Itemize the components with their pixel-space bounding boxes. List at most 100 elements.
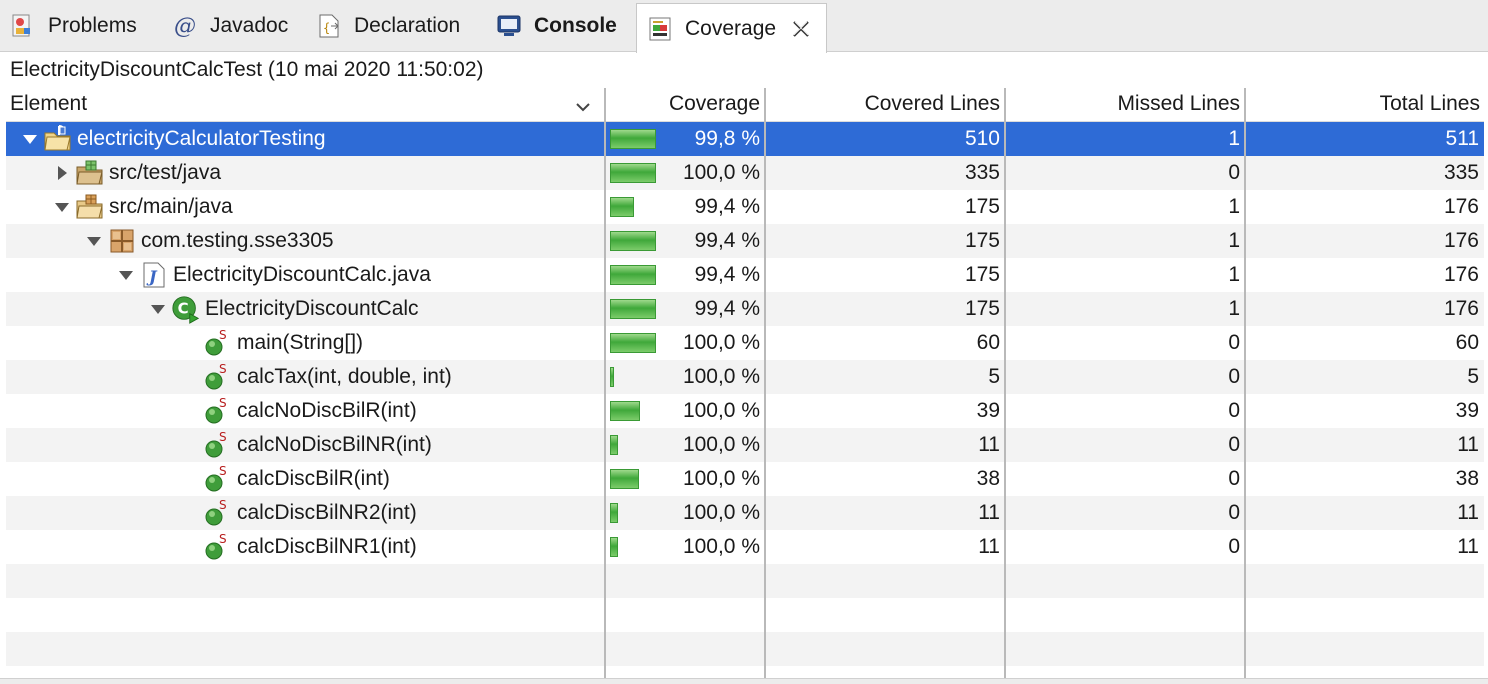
tab-console[interactable]: Console xyxy=(496,0,617,52)
coverage-bar xyxy=(610,299,656,319)
covered-lines-cell: 38 xyxy=(976,467,1000,490)
missed-lines-cell: 1 xyxy=(1228,195,1240,218)
expanded-triangle-icon[interactable] xyxy=(49,190,75,224)
coverage-cell: 100,0 % xyxy=(605,530,765,564)
column-header-missed-lines[interactable]: Missed Lines xyxy=(1005,88,1245,122)
element-cell[interactable]: src/test/java xyxy=(6,156,605,190)
table-row[interactable]: ScalcDiscBilNR1(int) 100,0 % 11 0 11 xyxy=(6,530,1484,564)
coverage-bar xyxy=(610,265,656,285)
element-name: calcNoDiscBilNR(int) xyxy=(237,433,432,456)
table-row[interactable]: electricityCalculatorTesting 99,8 % 510 1 51… xyxy=(6,122,1484,156)
column-divider xyxy=(764,88,766,678)
close-icon[interactable] xyxy=(790,18,812,40)
element-cell[interactable]: ScalcNoDiscBilR(int) xyxy=(6,394,605,428)
svg-text:S: S xyxy=(219,430,227,444)
coverage-percent: 100,0 % xyxy=(682,501,760,524)
element-name: src/main/java xyxy=(109,195,233,218)
coverage-bar xyxy=(610,197,634,217)
collapsed-triangle-icon[interactable] xyxy=(49,156,75,190)
element-name: com.testing.sse3305 xyxy=(141,229,334,252)
table-row[interactable]: src/main/java 99,4 % 175 1 176 xyxy=(6,190,1484,224)
total-lines-cell: 335 xyxy=(1443,161,1479,184)
element-name: electricityCalculatorTesting xyxy=(77,127,326,150)
static-method-icon: S xyxy=(203,462,233,496)
static-method-icon: S xyxy=(203,360,233,394)
tab-label: Declaration xyxy=(354,14,461,37)
table-row[interactable]: com.testing.sse3305 99,4 % 175 1 176 xyxy=(6,224,1484,258)
column-divider xyxy=(604,88,606,678)
element-cell[interactable]: ScalcDiscBilNR1(int) xyxy=(6,530,605,564)
table-row[interactable]: ScalcDiscBilR(int) 100,0 % 38 0 38 xyxy=(6,462,1484,496)
element-cell[interactable]: ScalcNoDiscBilNR(int) xyxy=(6,428,605,462)
source-folder-open-icon xyxy=(75,190,105,224)
total-lines-cell: 176 xyxy=(1443,229,1479,252)
tab-javadoc[interactable]: @ Javadoc xyxy=(172,0,288,52)
column-header-element[interactable]: Element xyxy=(6,88,605,122)
table-row[interactable]: ScalcNoDiscBilR(int) 100,0 % 39 0 39 xyxy=(6,394,1484,428)
expanded-triangle-icon[interactable] xyxy=(145,292,171,326)
tab-coverage[interactable]: Coverage xyxy=(636,3,828,53)
element-name: ElectricityDiscountCalc xyxy=(205,297,419,320)
tab-declaration[interactable]: { Declaration xyxy=(316,0,460,52)
element-cell[interactable]: com.testing.sse3305 xyxy=(6,224,605,258)
tab-problems[interactable]: Problems xyxy=(10,0,137,52)
table-row[interactable]: J ElectricityDiscountCalc.java 99,4 % 175 1 1… xyxy=(6,258,1484,292)
view-bottom-border xyxy=(0,678,1488,684)
element-cell[interactable]: electricityCalculatorTesting xyxy=(6,122,605,156)
coverage-cell: 99,4 % xyxy=(605,224,765,258)
coverage-cell: 100,0 % xyxy=(605,360,765,394)
element-name: calcDiscBilNR1(int) xyxy=(237,535,417,558)
element-name: src/test/java xyxy=(109,161,222,184)
column-header-coverage[interactable]: Coverage xyxy=(605,88,765,122)
coverage-cell: 99,8 % xyxy=(605,122,765,156)
empty-row xyxy=(6,598,1484,632)
table-row[interactable]: src/test/java 100,0 % 335 0 335 xyxy=(6,156,1484,190)
element-name: calcDiscBilNR2(int) xyxy=(237,501,417,524)
element-cell[interactable]: J ElectricityDiscountCalc.java xyxy=(6,258,605,292)
table-row[interactable]: ScalcTax(int, double, int) 100,0 % 5 0 5 xyxy=(6,360,1484,394)
total-lines-cell: 176 xyxy=(1443,297,1479,320)
table-row[interactable]: C ElectricityDiscountCalc 99,4 % 175 1 176 xyxy=(6,292,1484,326)
element-cell[interactable]: C ElectricityDiscountCalc xyxy=(6,292,605,326)
element-cell[interactable]: src/main/java xyxy=(6,190,605,224)
svg-text:S: S xyxy=(219,464,227,478)
element-name: main(String[]) xyxy=(237,331,364,354)
coverage-cell: 99,4 % xyxy=(605,292,765,326)
empty-row xyxy=(6,632,1484,666)
console-icon xyxy=(496,13,522,39)
element-cell[interactable]: Smain(String[]) xyxy=(6,326,605,360)
coverage-bar xyxy=(610,367,614,387)
table-row[interactable]: ScalcDiscBilNR2(int) 100,0 % 11 0 11 xyxy=(6,496,1484,530)
covered-lines-cell: 11 xyxy=(978,433,1000,456)
element-cell[interactable]: ScalcDiscBilR(int) xyxy=(6,462,605,496)
table-row[interactable]: ScalcNoDiscBilNR(int) 100,0 % 11 0 11 xyxy=(6,428,1484,462)
element-cell[interactable]: ScalcTax(int, double, int) xyxy=(6,360,605,394)
covered-lines-cell: 175 xyxy=(964,229,1000,252)
column-header-label: Element xyxy=(10,92,88,115)
element-cell[interactable]: ScalcDiscBilNR2(int) xyxy=(6,496,605,530)
class-icon: C xyxy=(171,292,201,326)
missed-lines-cell: 0 xyxy=(1228,467,1240,490)
column-header-total-lines[interactable]: Total Lines xyxy=(1245,88,1484,122)
expanded-triangle-icon[interactable] xyxy=(17,122,43,156)
missed-lines-cell: 0 xyxy=(1228,331,1240,354)
total-lines-cell: 60 xyxy=(1455,331,1479,354)
coverage-percent: 100,0 % xyxy=(682,467,760,490)
static-method-icon: S xyxy=(203,496,233,530)
missed-lines-cell: 0 xyxy=(1228,535,1240,558)
tab-label: Javadoc xyxy=(210,14,289,37)
coverage-cell: 99,4 % xyxy=(605,190,765,224)
coverage-percent: 100,0 % xyxy=(682,331,760,354)
column-header-covered-lines[interactable]: Covered Lines xyxy=(765,88,1005,122)
expanded-triangle-icon[interactable] xyxy=(81,224,107,258)
total-lines-cell: 11 xyxy=(1457,501,1479,524)
column-divider xyxy=(1244,88,1246,678)
expanded-triangle-icon[interactable] xyxy=(113,258,139,292)
static-method-icon: S xyxy=(203,394,233,428)
column-header-label: Coverage xyxy=(668,92,760,115)
missed-lines-cell: 0 xyxy=(1228,501,1240,524)
table-row[interactable]: Smain(String[]) 100,0 % 60 0 60 xyxy=(6,326,1484,360)
coverage-percent: 99,4 % xyxy=(694,263,760,286)
